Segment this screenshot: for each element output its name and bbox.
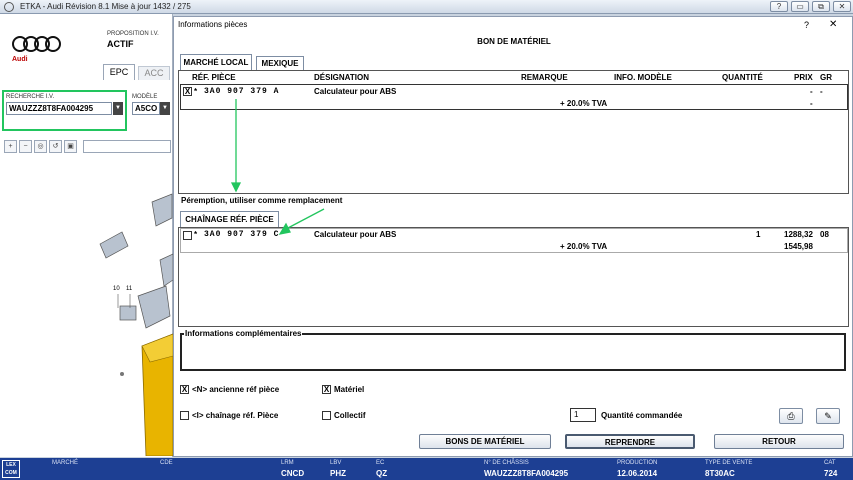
zoom-field[interactable] xyxy=(83,140,171,153)
bracket-shape xyxy=(151,193,173,227)
materiel-label: Matériel xyxy=(334,385,365,394)
brand-name: Audi xyxy=(12,56,28,63)
app-titlebar: ETKA - Audi Révision 8.1 Mise à jour 143… xyxy=(0,0,853,14)
arrow-head xyxy=(278,222,291,235)
zoom-out-icon[interactable]: − xyxy=(19,140,32,153)
zoom-fit-icon[interactable]: ◎ xyxy=(34,140,47,153)
vin-search-label: RECHERCHE I.V. xyxy=(6,94,55,100)
lbv-label: LBV xyxy=(330,460,342,466)
chevron-down-icon[interactable]: ▼ xyxy=(113,102,123,115)
lrm-value: CNCD xyxy=(281,469,305,478)
quantity-label: Quantité commandée xyxy=(601,411,683,420)
vin-search-input[interactable]: WAUZZZ8T8FA004295 xyxy=(6,102,112,115)
zoom-in-icon[interactable]: + xyxy=(4,140,17,153)
arrow-line xyxy=(285,208,325,230)
ec-label: EC xyxy=(376,460,385,466)
tab-acc[interactable]: ACC xyxy=(138,66,170,80)
printer-icon[interactable]: ⎙ xyxy=(779,408,803,424)
model-select[interactable]: A5CO xyxy=(132,102,160,115)
connector-shape xyxy=(119,305,137,321)
audi-logo-icon xyxy=(12,36,62,52)
materiel-checkbox[interactable]: X xyxy=(322,385,331,394)
quantity-input[interactable]: 1 xyxy=(570,408,596,422)
type-label: TYPE DE VENTE xyxy=(705,460,753,466)
reprendre-button[interactable]: REPRENDRE xyxy=(565,434,695,449)
bracket-shape xyxy=(99,231,129,259)
chain-ref-checkbox[interactable] xyxy=(180,411,189,420)
proposition-label: PROPOSITION I.V. xyxy=(107,31,159,37)
chassis-value: WAUZZZ8T8FA004295 xyxy=(484,469,569,478)
window-title: ETKA - Audi Révision 8.1 Mise à jour 143… xyxy=(20,2,191,11)
screw-icon xyxy=(120,372,124,376)
parts-info-dialog: Informations pièces ? ✕ BON DE MATÉRIEL … xyxy=(173,16,853,457)
edit-icon[interactable]: ✎ xyxy=(816,408,840,424)
bons-de-materiel-button[interactable]: BONS DE MATÉRIEL xyxy=(419,434,551,449)
chevron-down-icon[interactable]: ▼ xyxy=(160,102,170,115)
retour-button[interactable]: RETOUR xyxy=(714,434,844,449)
bracket-shape xyxy=(159,253,173,287)
collectif-checkbox[interactable] xyxy=(322,411,331,420)
rotate-icon[interactable]: ↺ xyxy=(49,140,62,153)
status-bar: LEX COM MARCHÉ CDE LRM CNCD LBV PHZ EC Q… xyxy=(0,458,853,480)
marche-label: MARCHÉ xyxy=(52,460,79,466)
cde-label: CDE xyxy=(160,460,173,466)
restore-button[interactable]: ⧉ xyxy=(812,1,830,12)
info-comp-title: Informations complémentaires xyxy=(184,329,303,338)
app-logo-icon xyxy=(4,2,14,12)
chain-ref-label: <I> chaînage réf. Pièce xyxy=(192,411,279,420)
proposition-value: ACTIF xyxy=(107,39,134,49)
lrm-label: LRM xyxy=(281,460,294,466)
old-ref-label: <N> ancienne réf pièce xyxy=(192,385,280,394)
old-ref-checkbox[interactable]: X xyxy=(180,385,189,394)
callout-number: 10 xyxy=(113,286,120,292)
callout-number: 11 xyxy=(126,286,133,292)
minimize-button[interactable]: ▭ xyxy=(791,1,809,12)
production-label: PRODUCTION xyxy=(617,460,658,466)
tab-epc[interactable]: EPC xyxy=(103,64,135,80)
type-value: 8T30AC xyxy=(705,469,735,478)
production-value: 12.06.2014 xyxy=(617,469,658,478)
info-complementaires-box[interactable] xyxy=(180,333,846,371)
ec-value: QZ xyxy=(376,469,388,478)
parts-illustration[interactable]: 10 11 xyxy=(0,156,173,456)
model-label: MODÈLE xyxy=(132,94,158,100)
arrow-head xyxy=(230,182,242,193)
image-icon[interactable]: ▣ xyxy=(64,140,77,153)
collectif-label: Collectif xyxy=(334,411,366,420)
help-button[interactable]: ? xyxy=(770,1,788,12)
module-shape xyxy=(137,285,171,329)
epc-panel: Audi PROPOSITION I.V. ACTIF EPC ACC RECH… xyxy=(0,14,173,457)
cat-label: CAT xyxy=(824,460,836,466)
lexcom-logo: LEX COM xyxy=(2,460,20,478)
chassis-label: N° DE CHÂSSIS xyxy=(484,460,529,466)
cat-value: 724 xyxy=(824,469,838,478)
lbv-value: PHZ xyxy=(330,469,346,478)
close-window-button[interactable]: ✕ xyxy=(833,1,851,12)
